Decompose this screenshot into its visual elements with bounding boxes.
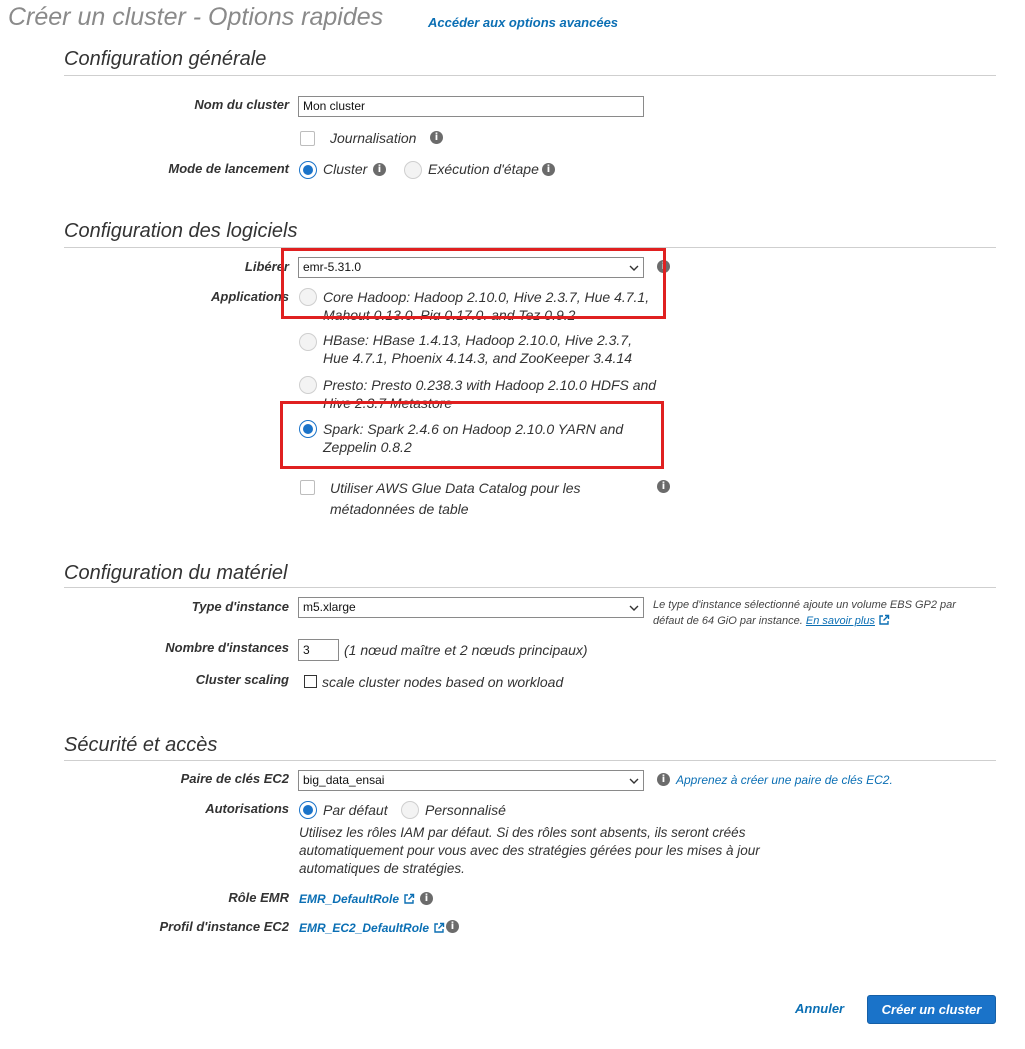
emr-role: EMR_DefaultRole	[299, 891, 415, 906]
instance-type-select[interactable]: m5.xlarge	[298, 597, 644, 618]
glue-catalog-label: Utiliser AWS Glue Data Catalog pour les …	[330, 480, 581, 517]
info-icon[interactable]: i	[430, 131, 443, 144]
learn-more-link[interactable]: En savoir plus	[806, 615, 875, 627]
chevron-down-icon	[629, 605, 639, 611]
info-icon[interactable]: i	[657, 480, 670, 493]
external-link-icon	[433, 922, 444, 933]
section-title-security: Sécurité et accès	[64, 734, 218, 756]
launch-mode-step-radio[interactable]	[404, 161, 422, 179]
instance-profile-label: Profil d'instance EC2	[159, 919, 289, 934]
chevron-down-icon	[629, 778, 639, 784]
permission-default-radio[interactable]	[299, 801, 317, 819]
section-title-general: Configuration générale	[64, 48, 267, 70]
launch-mode-cluster-radio[interactable]	[299, 161, 317, 179]
app-hbase-label: HBase: HBase 1.4.13, Hadoop 2.10.0, Hive…	[323, 332, 633, 366]
permission-default-label: Par défaut	[323, 802, 388, 818]
emr-role-link[interactable]: EMR_DefaultRole	[299, 892, 399, 906]
advanced-options-link[interactable]: Accéder aux options avancées	[428, 15, 618, 30]
cluster-name-label: Nom du cluster	[194, 97, 289, 112]
instance-profile-link[interactable]: EMR_EC2_DefaultRole	[299, 921, 429, 935]
external-link-icon	[879, 614, 890, 625]
page-title: Créer un cluster - Options rapides	[8, 3, 384, 31]
create-cluster-button[interactable]: Créer un cluster	[867, 995, 996, 1024]
cluster-scaling-option: scale cluster nodes based on workload	[322, 674, 564, 690]
section-divider	[64, 587, 996, 588]
cancel-button[interactable]: Annuler	[795, 1001, 844, 1016]
external-link-icon	[403, 893, 414, 904]
permission-custom-radio[interactable]	[401, 801, 419, 819]
glue-catalog-checkbox[interactable]	[300, 480, 315, 495]
section-title-hardware: Configuration du matériel	[64, 562, 288, 584]
keypair-value: big_data_ensai	[303, 773, 385, 787]
info-icon[interactable]: i	[373, 163, 386, 176]
app-presto-radio[interactable]	[299, 376, 317, 394]
instance-type-label: Type d'instance	[191, 599, 289, 614]
launch-mode-cluster-label: Cluster	[323, 161, 368, 177]
launch-mode-step-label: Exécution d'étape	[428, 161, 539, 177]
release-label: Libérer	[244, 259, 289, 274]
instance-type-note-text: Le type d'instance sélectionné ajoute un…	[653, 599, 956, 627]
cluster-name-input[interactable]: Mon cluster	[298, 96, 644, 117]
app-hbase-radio[interactable]	[299, 333, 317, 351]
permission-note: Utilisez les rôles IAM par défaut. Si de…	[299, 825, 760, 876]
info-icon[interactable]: i	[446, 920, 459, 933]
section-divider	[64, 75, 996, 76]
applications-label: Applications	[210, 289, 289, 304]
highlight-box-spark	[280, 401, 664, 469]
logging-label: Journalisation	[330, 130, 417, 146]
instance-count-note: (1 nœud maître et 2 nœuds principaux)	[344, 642, 588, 658]
permission-custom-label: Personnalisé	[425, 802, 506, 818]
instance-count-label: Nombre d'instances	[165, 640, 289, 655]
info-icon[interactable]: i	[657, 773, 670, 786]
section-divider	[64, 760, 996, 761]
logging-checkbox[interactable]	[300, 131, 315, 146]
info-icon[interactable]: i	[420, 892, 433, 905]
highlight-box-release	[281, 248, 666, 319]
instance-type-value: m5.xlarge	[303, 600, 356, 614]
cluster-scaling-label: Cluster scaling	[195, 672, 289, 687]
cluster-scaling-checkbox[interactable]	[304, 675, 317, 688]
instance-count-input[interactable]: 3	[298, 639, 339, 661]
keypair-help-link[interactable]: Apprenez à créer une paire de clés EC2.	[676, 772, 893, 788]
info-icon[interactable]: i	[542, 163, 555, 176]
keypair-select[interactable]: big_data_ensai	[298, 770, 644, 791]
launch-mode-label: Mode de lancement	[168, 161, 289, 176]
emr-role-label: Rôle EMR	[228, 890, 289, 905]
section-title-software: Configuration des logiciels	[64, 220, 298, 242]
keypair-label: Paire de clés EC2	[180, 771, 289, 786]
instance-profile: EMR_EC2_DefaultRole	[299, 920, 445, 935]
instance-type-note: Le type d'instance sélectionné ajoute un…	[653, 597, 983, 629]
permissions-label: Autorisations	[205, 801, 289, 816]
